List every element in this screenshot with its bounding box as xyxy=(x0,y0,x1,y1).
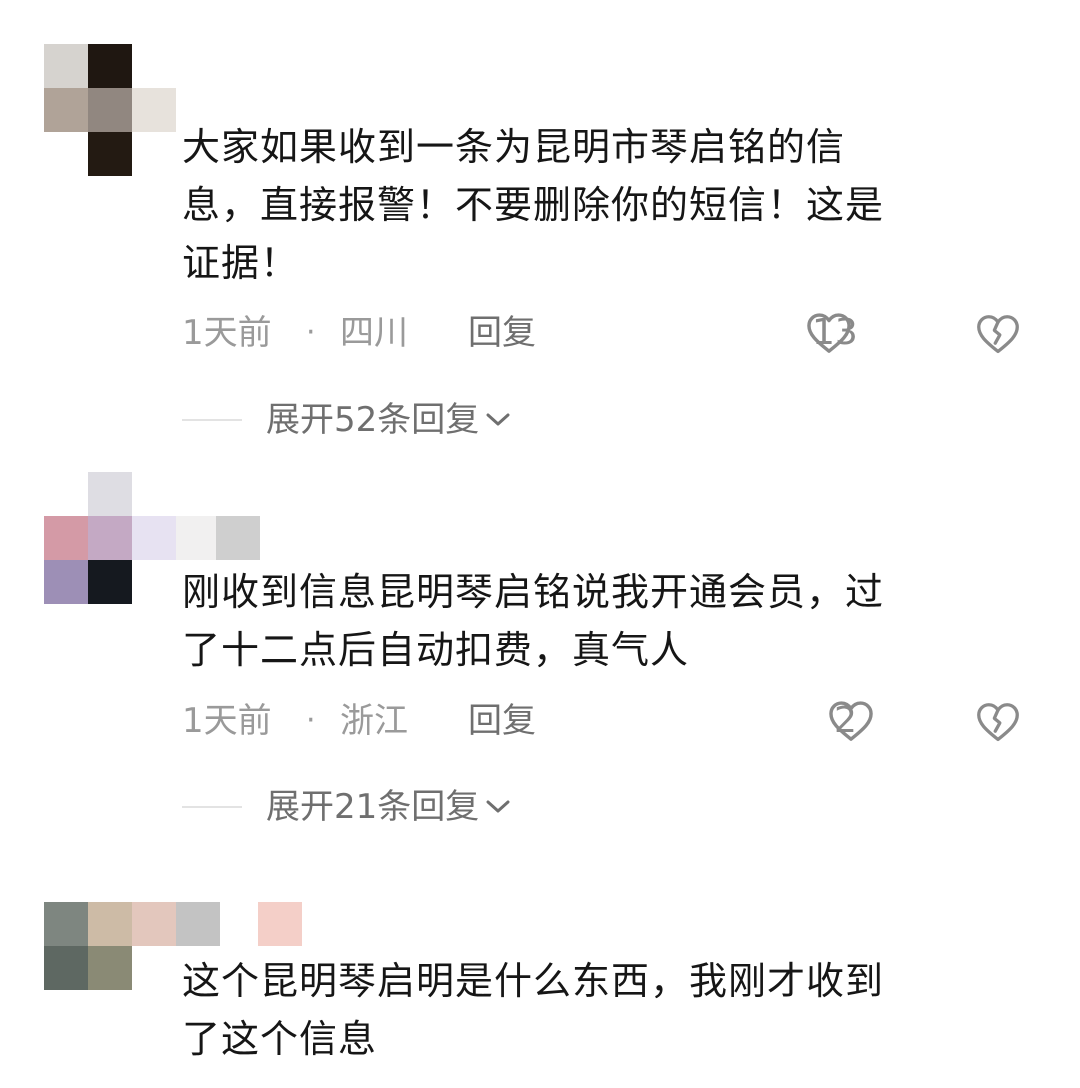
comment-text: 大家如果收到一条为昆明市琴启铭的信 息，直接报警！不要删除你的短信！这是 证据！ xyxy=(182,125,885,285)
expand-replies-button[interactable]: 展开52条回复 xyxy=(182,395,511,445)
expand-replies-button[interactable]: 展开21条回复 xyxy=(182,782,511,832)
chevron-down-icon xyxy=(486,800,510,813)
broken-heart-icon[interactable] xyxy=(976,700,1020,744)
like-count: 2 xyxy=(834,700,857,741)
location: 浙江 xyxy=(340,701,408,741)
comment-text: 这个昆明琴启明是什么东西，我刚才收到 了这个信息 xyxy=(182,959,885,1061)
like-button[interactable]: 2 xyxy=(828,696,874,746)
reply-button[interactable]: 回复 xyxy=(468,696,536,746)
separator: · xyxy=(306,315,316,350)
like-count: 13 xyxy=(812,312,858,353)
timestamp: 1天前 xyxy=(182,701,272,741)
location: 四川 xyxy=(340,313,408,353)
comment-text: 刚收到信息昆明琴启铭说我开通会员，过 了十二点后自动扣费，真气人 xyxy=(182,570,885,672)
like-button[interactable]: 13 xyxy=(806,308,858,358)
divider xyxy=(182,806,242,808)
comment-meta: 1天前 · 浙江 回复 2 xyxy=(182,696,1032,746)
divider xyxy=(182,419,242,421)
separator: · xyxy=(306,703,316,738)
chevron-down-icon xyxy=(486,413,510,426)
expand-replies-label: 展开52条回复 xyxy=(266,400,480,440)
expand-replies-label: 展开21条回复 xyxy=(266,787,480,827)
comment-meta: 1天前 · 四川 回复 13 xyxy=(182,308,1032,358)
broken-heart-icon[interactable] xyxy=(976,312,1020,356)
avatar[interactable] xyxy=(44,44,176,176)
reply-button[interactable]: 回复 xyxy=(468,308,536,358)
timestamp: 1天前 xyxy=(182,313,272,353)
